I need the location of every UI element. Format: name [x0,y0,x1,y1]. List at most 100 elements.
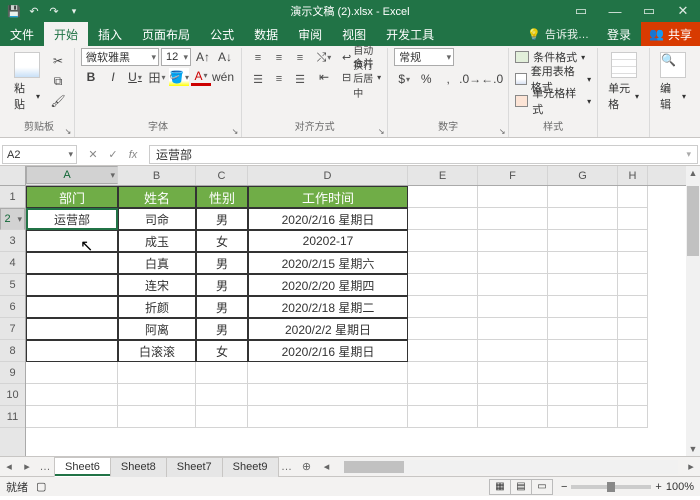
cell[interactable]: 2020/2/16 星期日 [248,208,408,230]
cell[interactable]: 成玉 [118,230,196,252]
cell[interactable] [408,208,478,230]
cell[interactable] [548,406,618,428]
column-header[interactable]: D [248,166,408,185]
row-header[interactable]: 8 [0,340,25,362]
cell[interactable] [548,384,618,406]
cell-styles-button[interactable]: 单元格样式▾ [515,92,591,110]
comma-format-icon[interactable]: , [438,70,458,88]
indent-decrease-icon[interactable]: ⇤ [314,68,334,86]
scroll-thumb[interactable] [687,186,699,256]
cell[interactable]: 男 [196,274,248,296]
cell[interactable] [408,318,478,340]
enter-formula-icon[interactable]: ✓ [103,148,123,161]
page-break-view-icon[interactable]: ▭ [531,479,553,495]
merge-center-button[interactable]: ⊟合并后居中▾ [342,68,381,86]
cell[interactable] [618,230,648,252]
cell[interactable] [26,296,118,318]
cell[interactable] [618,340,648,362]
cell[interactable] [196,362,248,384]
cell[interactable]: 阿离 [118,318,196,340]
hscroll-right-icon[interactable]: ▸ [682,460,700,473]
cell[interactable] [26,230,118,252]
cell[interactable] [548,230,618,252]
cell[interactable] [618,318,648,340]
close-button[interactable]: ✕ [666,0,700,22]
cell[interactable] [478,340,548,362]
ribbon-minimize-button[interactable]: ▭ [564,0,598,22]
cell[interactable]: 性别 [196,186,248,208]
cell[interactable]: 部门 [26,186,118,208]
cell[interactable] [196,384,248,406]
cell[interactable]: 20202-17 [248,230,408,252]
underline-button[interactable]: U [125,68,145,86]
fill-color-button[interactable]: 🪣 [169,68,189,86]
align-center-icon[interactable]: ≡ [269,69,289,89]
cell[interactable] [478,384,548,406]
cell[interactable] [618,208,648,230]
page-layout-view-icon[interactable]: ▤ [510,479,532,495]
cell[interactable] [248,384,408,406]
scroll-up-icon[interactable]: ▲ [686,166,700,180]
normal-view-icon[interactable]: ▦ [489,479,511,495]
cell[interactable]: 2020/2/16 星期日 [248,340,408,362]
row-header[interactable]: 1 [0,186,25,208]
cell[interactable]: 女 [196,230,248,252]
align-top-icon[interactable]: ≡ [248,48,268,68]
select-all-corner[interactable] [0,166,25,186]
cell[interactable] [618,274,648,296]
maximize-button[interactable]: ▭ [632,0,666,22]
cell[interactable]: 工作时间 [248,186,408,208]
column-header[interactable]: F [478,166,548,185]
cell[interactable]: 运营部 [26,208,118,230]
insert-function-icon[interactable]: fx [123,149,143,161]
cell[interactable] [478,362,548,384]
cell[interactable]: 2020/2/20 星期四 [248,274,408,296]
redo-icon[interactable]: ↷ [46,3,62,19]
accounting-format-icon[interactable]: $ [394,70,414,88]
cell[interactable] [478,230,548,252]
sheet-nav-more-icon[interactable]: … [36,461,54,473]
qat-more-icon[interactable]: ▾ [66,3,82,19]
cell[interactable] [618,296,648,318]
tab-review[interactable]: 审阅 [288,22,332,46]
new-sheet-button[interactable]: ⊕ [296,460,318,473]
sheet-nav-last-icon[interactable]: ▸ [18,460,36,473]
cell[interactable] [26,274,118,296]
cell[interactable] [548,340,618,362]
font-size-select[interactable]: 12 [161,48,191,66]
tab-formulas[interactable]: 公式 [200,22,244,46]
tab-file[interactable]: 文件 [0,22,44,46]
increase-decimal-icon[interactable]: .0→ [460,70,480,88]
cell[interactable]: 连宋 [118,274,196,296]
cell[interactable] [548,274,618,296]
scroll-down-icon[interactable]: ▼ [686,442,700,456]
font-dialog-launcher[interactable]: ↘ [230,126,240,136]
zoom-in-button[interactable]: + [655,481,661,493]
sheet-tab[interactable]: Sheet9 [222,457,279,477]
sheet-overflow-icon[interactable]: … [278,461,296,473]
tab-data[interactable]: 数据 [244,22,288,46]
cell[interactable] [118,406,196,428]
cancel-formula-icon[interactable]: ✕ [83,148,103,161]
row-header[interactable]: 2 [0,208,25,230]
share-button[interactable]: 👥共享 [641,22,700,46]
cell[interactable] [548,362,618,384]
column-header[interactable]: A [26,166,118,184]
cell[interactable]: 2020/2/15 星期六 [248,252,408,274]
row-header[interactable]: 5 [0,274,25,296]
cell[interactable]: 姓名 [118,186,196,208]
align-left-icon[interactable]: ☰ [248,69,268,89]
scroll-thumb[interactable] [344,461,404,473]
cell[interactable] [618,384,648,406]
shrink-font-icon[interactable]: A↓ [215,48,235,66]
cell[interactable] [548,186,618,208]
undo-icon[interactable]: ↶ [26,3,42,19]
cell[interactable]: 男 [196,318,248,340]
cell[interactable]: 2020/2/2 星期日 [248,318,408,340]
cell[interactable] [248,406,408,428]
cell[interactable] [548,208,618,230]
tell-me[interactable]: 💡告诉我… [519,22,597,46]
cell[interactable] [478,318,548,340]
cell[interactable] [118,384,196,406]
tab-pagelayout[interactable]: 页面布局 [132,22,200,46]
